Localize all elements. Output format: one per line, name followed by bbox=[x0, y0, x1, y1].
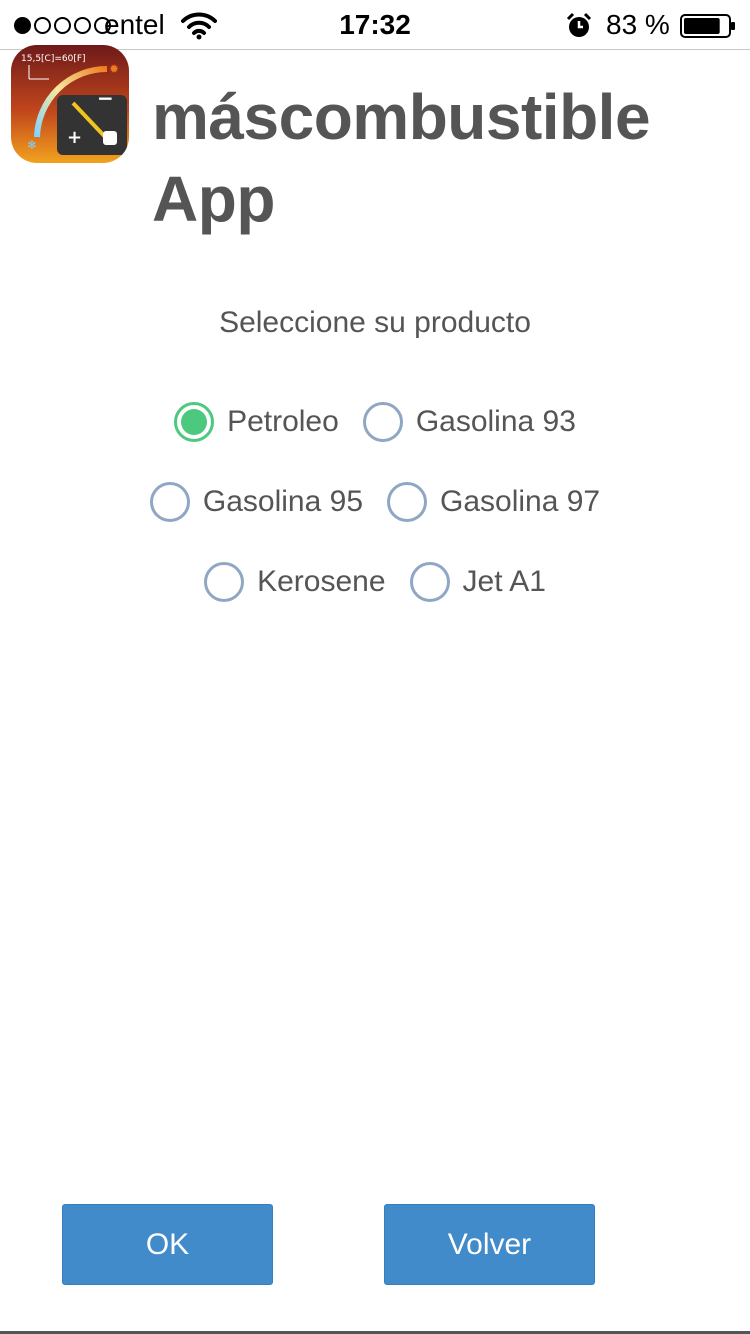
radio-button[interactable] bbox=[387, 482, 427, 522]
back-button[interactable]: Volver bbox=[384, 1204, 595, 1285]
option-petroleo[interactable]: Petroleo bbox=[162, 396, 351, 448]
svg-text:+: + bbox=[67, 127, 82, 148]
alarm-clock-icon bbox=[566, 12, 592, 37]
app-icon: − + 15,5[C]=60[F] ❄ ✹ bbox=[11, 45, 129, 163]
option-jet-a1[interactable]: Jet A1 bbox=[398, 556, 558, 608]
battery-icon bbox=[680, 14, 735, 38]
option-label: Gasolina 93 bbox=[415, 405, 576, 438]
app-title: máscombustible App bbox=[152, 81, 651, 235]
radio-button[interactable] bbox=[149, 482, 190, 522]
option-label: Gasolina 97 bbox=[440, 485, 601, 518]
option-label: Petroleo bbox=[227, 405, 339, 438]
option-row: Gasolina 95 Gasolina 97 bbox=[0, 476, 750, 556]
option-gasolina-95[interactable]: Gasolina 95 bbox=[138, 476, 375, 528]
option-kerosene[interactable]: Kerosene bbox=[192, 556, 397, 608]
radio-button[interactable] bbox=[362, 402, 403, 442]
fuel-gauge-app-icon: − + 15,5[C]=60[F] ❄ ✹ bbox=[11, 45, 129, 163]
option-label: Jet A1 bbox=[462, 565, 546, 598]
battery-percent: 83 % bbox=[606, 9, 670, 40]
radio-button[interactable] bbox=[409, 562, 450, 602]
svg-text:❄: ❄ bbox=[27, 138, 37, 152]
radio-button[interactable] bbox=[174, 402, 215, 442]
ok-button[interactable]: OK bbox=[62, 1204, 273, 1285]
product-options: Petroleo Gasolina 93 Gasolina 95 Gasolin… bbox=[0, 396, 750, 636]
option-row: Petroleo Gasolina 93 bbox=[0, 396, 750, 476]
product-prompt: Seleccione su producto bbox=[219, 306, 531, 339]
screen: entel 17:32 83 % − + 15,5[C]=60[F] ❄ ✹ m… bbox=[0, 0, 750, 1334]
app-icon-text: 15,5[C]=60[F] bbox=[21, 54, 86, 64]
svg-text:✹: ✹ bbox=[109, 62, 119, 76]
option-gasolina-97[interactable]: Gasolina 97 bbox=[375, 476, 612, 528]
option-label: Kerosene bbox=[257, 565, 386, 598]
radio-button[interactable] bbox=[204, 562, 245, 602]
option-gasolina-93[interactable]: Gasolina 93 bbox=[351, 396, 588, 448]
svg-text:−: − bbox=[97, 86, 114, 110]
status-bar: entel 17:32 83 % bbox=[0, 0, 750, 50]
option-label: Gasolina 95 bbox=[202, 485, 363, 518]
option-row: Kerosene Jet A1 bbox=[0, 556, 750, 636]
